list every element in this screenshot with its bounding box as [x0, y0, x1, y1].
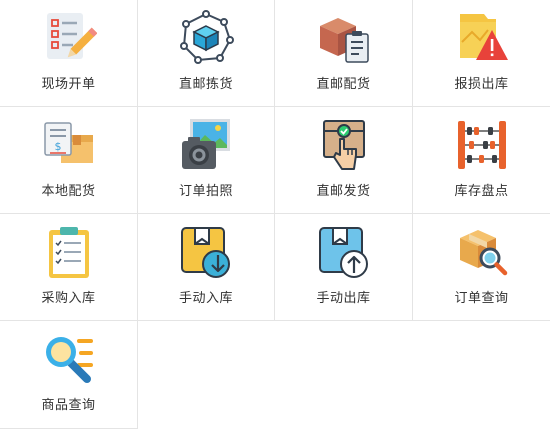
- menu-item-manual-outbound[interactable]: 手动出库: [275, 214, 413, 321]
- menu-item-label: 报损出库: [454, 77, 509, 92]
- menu-item-label: 直邮拣货: [178, 77, 233, 92]
- menu-item-direct-mail-shipping[interactable]: 直邮发货: [275, 107, 413, 214]
- menu-item-label: 本地配货: [41, 184, 96, 199]
- menu-item-label: 手动出库: [316, 291, 371, 306]
- menu-item-label: 直邮配货: [316, 77, 371, 92]
- menu-item-label: 采购入库: [41, 291, 96, 306]
- menu-item-label: 订单拍照: [178, 184, 233, 199]
- box-search-icon: [459, 230, 507, 276]
- menu-item-label: 现场开单: [41, 77, 96, 92]
- empty-cell: [413, 321, 550, 429]
- abacus-icon: [457, 121, 506, 169]
- magnifier-list-icon: [45, 337, 93, 383]
- menu-item-label: 库存盘点: [454, 184, 509, 199]
- menu-item-label: 商品查询: [41, 398, 96, 413]
- menu-item-direct-mail-picking[interactable]: 直邮拣货: [138, 0, 275, 107]
- menu-item-label: 订单查询: [454, 291, 509, 306]
- menu-item-onsite-order[interactable]: 现场开单: [0, 0, 138, 107]
- box-clipboard-icon: [319, 18, 369, 63]
- folder-warning-icon: [459, 14, 508, 60]
- camera-photo-icon: [182, 119, 230, 169]
- box-arrow-down-icon: [181, 227, 230, 278]
- clipboard-checklist-icon: [48, 227, 89, 278]
- box-invoice-icon: $: [43, 122, 93, 163]
- menu-item-order-query[interactable]: 订单查询: [413, 214, 550, 321]
- menu-item-manual-inbound[interactable]: 手动入库: [138, 214, 275, 321]
- empty-cell: [138, 321, 275, 429]
- menu-item-damage-outbound[interactable]: 报损出库: [413, 0, 550, 107]
- box-hand-tap-icon: [322, 120, 365, 170]
- menu-item-inventory-check[interactable]: 库存盘点: [413, 107, 550, 214]
- menu-item-order-photo[interactable]: 订单拍照: [138, 107, 275, 214]
- menu-item-local-allocation[interactable]: $ 本地配货: [0, 107, 138, 214]
- menu-item-label: 手动入库: [178, 291, 233, 306]
- empty-cell: [275, 321, 413, 429]
- function-menu-grid: 现场开单 直邮拣货 直邮配货 报损出库 $ 本地配货 订单拍照 直邮发货 库存盘…: [0, 0, 550, 429]
- checklist-pencil-icon: [46, 13, 97, 59]
- svg-text:$: $: [54, 140, 61, 153]
- menu-item-label: 直邮发货: [316, 184, 371, 199]
- box-arrow-up-icon: [318, 227, 368, 278]
- cube-network-icon: [180, 10, 234, 64]
- menu-item-direct-mail-allocation[interactable]: 直邮配货: [275, 0, 413, 107]
- menu-item-purchase-inbound[interactable]: 采购入库: [0, 214, 138, 321]
- menu-item-product-query[interactable]: 商品查询: [0, 321, 138, 429]
